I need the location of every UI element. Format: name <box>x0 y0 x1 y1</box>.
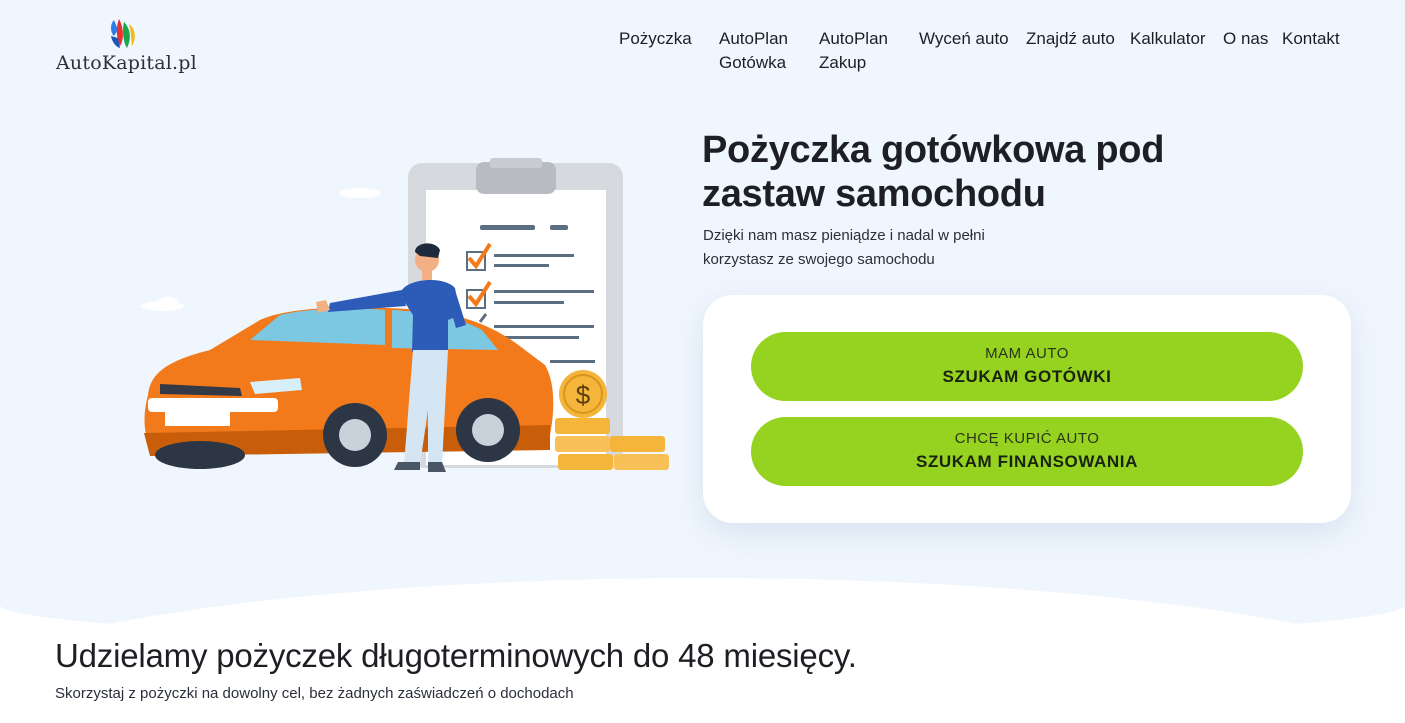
cta-big-label: SZUKAM FINANSOWANIA <box>916 452 1138 471</box>
nav-item-wycen-auto[interactable]: Wyceń auto <box>919 27 1009 51</box>
cta-small-label: MAM AUTO <box>985 345 1069 362</box>
nav-label: Wyceń auto <box>919 29 1009 48</box>
section-subtitle: Skorzystaj z pożyczki na dowolny cel, be… <box>55 685 574 702</box>
financing-button[interactable]: CHCĘ KUPIĆ AUTO SZUKAM FINANSOWANIA <box>751 417 1303 486</box>
nav-item-znajdz-auto[interactable]: Znajdź auto <box>1026 27 1115 51</box>
hero-title: Pożyczka gotówkowa pod zastaw samochodu <box>702 129 1165 215</box>
cta-big-label: SZUKAM GOTÓWKI <box>942 367 1112 386</box>
nav-label: Znajdź auto <box>1026 29 1115 48</box>
nav-label: Kontakt <box>1282 29 1340 48</box>
coin-symbol: $ <box>576 380 591 410</box>
cloud-icon <box>140 188 380 311</box>
nav-label-line2: Zakup <box>819 53 867 72</box>
nav-label: AutoPlan <box>719 29 788 48</box>
nav-item-kontakt[interactable]: Kontakt <box>1282 27 1340 51</box>
nav-item-autoplan-gotowka[interactable]: AutoPlan Gotówka <box>719 27 788 75</box>
nav-label: Kalkulator <box>1130 29 1206 48</box>
nav-label: AutoPlan <box>819 29 888 48</box>
nav-item-kalkulator[interactable]: Kalkulator <box>1130 27 1206 51</box>
nav-label: Pożyczka <box>619 29 692 48</box>
car-icon <box>144 307 554 469</box>
logo-text: AutoKapital.pl <box>56 52 197 74</box>
hero-subtitle: Dzięki nam masz pieniądze i nadal w pełn… <box>703 227 985 268</box>
nav-label: O nas <box>1223 29 1269 48</box>
hero-illustration: $ <box>140 158 669 472</box>
nav-item-autoplan-zakup[interactable]: AutoPlan Zakup <box>819 27 888 75</box>
nav-item-o-nas[interactable]: O nas <box>1223 27 1268 51</box>
cta-small-label: CHCĘ KUPIĆ AUTO <box>954 430 1100 447</box>
cash-loan-button[interactable]: MAM AUTO SZUKAM GOTÓWKI <box>751 332 1303 401</box>
nav-label-line2: Gotówka <box>719 53 787 72</box>
logo-icon <box>111 19 135 48</box>
section-title: Udzielamy pożyczek długoterminowych do 4… <box>55 637 857 674</box>
logo[interactable]: AutoKapital.pl <box>56 16 197 78</box>
nav-item-pozyczka[interactable]: Pożyczka <box>619 27 692 51</box>
cta-card: MAM AUTO SZUKAM GOTÓWKI CHCĘ KUPIĆ AUTO … <box>703 295 1351 523</box>
